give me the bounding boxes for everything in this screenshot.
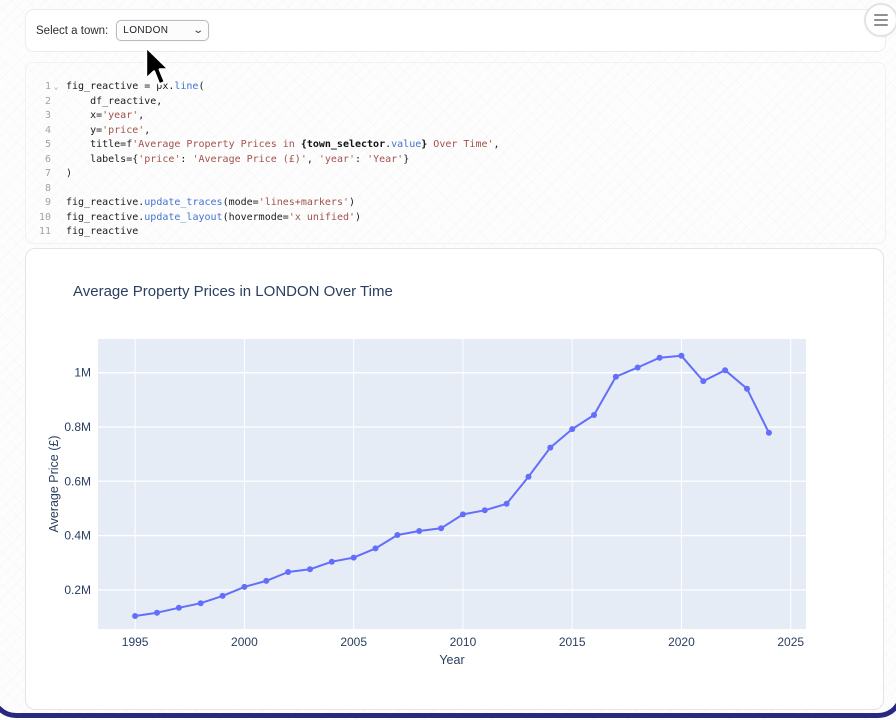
chart-marker [613, 374, 619, 380]
code-line[interactable]: 7) [29, 167, 882, 182]
code-line-text: fig_reactive.update_layout(hovermode='x … [61, 211, 361, 226]
menu-button[interactable] [864, 3, 896, 37]
line-number: 11 [29, 225, 51, 240]
code-line-text: df_reactive, [61, 95, 162, 110]
chevron-down-icon: ⌄ [192, 26, 204, 36]
y-tick-label: 0.2M [64, 583, 91, 597]
code-line-text [61, 182, 72, 197]
y-tick-label: 0.4M [64, 529, 91, 543]
chart-marker [460, 511, 466, 517]
line-number: 7 [29, 167, 51, 182]
fold-gutter [51, 182, 61, 197]
line-number: 8 [29, 182, 51, 197]
chart-marker [307, 566, 313, 572]
select-town-label: Select a town: [36, 25, 108, 37]
fold-gutter [51, 124, 61, 139]
line-number: 3 [29, 109, 51, 124]
code-line[interactable]: 1⌄fig_reactive = px.line( [29, 80, 882, 95]
chart-marker [241, 584, 247, 590]
x-tick-label: 2015 [559, 635, 586, 649]
code-line[interactable]: 11 fig_reactive [29, 225, 882, 240]
chart-marker [176, 605, 182, 611]
fold-gutter [51, 196, 61, 211]
chart-marker [220, 593, 226, 599]
fold-gutter [51, 211, 61, 226]
chart-marker [504, 501, 510, 507]
chart-marker [329, 559, 335, 565]
code-cell[interactable]: 1⌄fig_reactive = px.line(2 df_reactive,3… [25, 62, 886, 244]
fold-gutter [51, 167, 61, 182]
code-editor[interactable]: 1⌄fig_reactive = px.line(2 df_reactive,3… [29, 80, 882, 240]
chart-marker [526, 474, 532, 480]
fold-gutter [51, 138, 61, 153]
x-tick-label: 2025 [777, 635, 804, 649]
widget-toolbar: Select a town: LONDON ⌄ [25, 9, 886, 52]
chart-marker [547, 445, 553, 451]
chart-marker [766, 430, 772, 436]
code-line-text: fig_reactive = px.line( [61, 80, 205, 95]
chart-marker [351, 555, 357, 561]
chart-marker [657, 355, 663, 361]
price-chart-canvas[interactable]: 0.2M 0.4M 0.6M 0.8M 1M 1995 2000 2005 2010 2015 20… [26, 249, 883, 709]
code-line-text: y='price', [61, 124, 150, 139]
chart-marker [700, 378, 706, 384]
x-tick-label: 2005 [340, 635, 367, 649]
code-line[interactable]: 8 [29, 182, 882, 197]
chart-marker [285, 569, 291, 575]
chart-marker [154, 610, 160, 616]
x-tick-label: 1995 [122, 635, 149, 649]
code-line[interactable]: 4 y='price', [29, 124, 882, 139]
town-dropdown-value: LONDON [123, 25, 168, 36]
fold-gutter [51, 109, 61, 124]
x-tick-label: 2010 [450, 635, 477, 649]
chart-marker [569, 426, 575, 432]
fold-gutter [51, 95, 61, 110]
chart-marker [678, 353, 684, 359]
code-line[interactable]: 5 title=f'Average Property Prices in {to… [29, 138, 882, 153]
code-line-text: fig_reactive.update_traces(mode='lines+m… [61, 196, 355, 211]
chart-card: Average Property Prices in LONDON Over T… [25, 248, 884, 710]
x-axis-title: Year [98, 653, 806, 667]
fold-arrow-icon[interactable]: ⌄ [51, 80, 61, 95]
chart-marker [635, 365, 641, 371]
code-line[interactable]: 6 labels={'price': 'Average Price (£)', … [29, 153, 882, 168]
line-number: 1 [29, 80, 51, 95]
line-number: 10 [29, 211, 51, 226]
line-number: 9 [29, 196, 51, 211]
chart-marker [198, 600, 204, 606]
code-line-text: labels={'price': 'Average Price (£)', 'y… [61, 153, 409, 168]
y-tick-label: 1M [74, 366, 91, 380]
code-line[interactable]: 9 fig_reactive.update_traces(mode='lines+… [29, 196, 882, 211]
code-line[interactable]: 2 df_reactive, [29, 95, 882, 110]
chart-marker [591, 412, 597, 418]
chart-marker [373, 545, 379, 551]
chart-marker [132, 613, 138, 619]
code-line[interactable]: 3 x='year', [29, 109, 882, 124]
line-number: 6 [29, 153, 51, 168]
x-tick-label: 2000 [231, 635, 258, 649]
line-number: 2 [29, 95, 51, 110]
code-line-text: fig_reactive [61, 225, 138, 240]
code-line-text: ) [61, 167, 72, 182]
chart-marker [438, 525, 444, 531]
chart-marker [722, 367, 728, 373]
y-tick-label: 0.8M [64, 420, 91, 434]
line-number: 5 [29, 138, 51, 153]
chart-marker [416, 528, 422, 534]
chart-marker [744, 386, 750, 392]
fold-gutter [51, 225, 61, 240]
chart-marker [482, 507, 488, 513]
chart-marker [263, 578, 269, 584]
fold-gutter [51, 153, 61, 168]
line-number: 4 [29, 124, 51, 139]
plot-area [98, 339, 806, 629]
x-tick-label: 2020 [668, 635, 695, 649]
chart-marker [394, 532, 400, 538]
code-line[interactable]: 10 fig_reactive.update_layout(hovermode='… [29, 211, 882, 226]
y-tick-label: 0.6M [64, 474, 91, 488]
code-line-text: x='year', [61, 109, 144, 124]
code-line-text: title=f'Average Property Prices in {town… [61, 138, 500, 153]
town-dropdown[interactable]: LONDON ⌄ [116, 20, 209, 41]
hamburger-icon [874, 14, 888, 16]
